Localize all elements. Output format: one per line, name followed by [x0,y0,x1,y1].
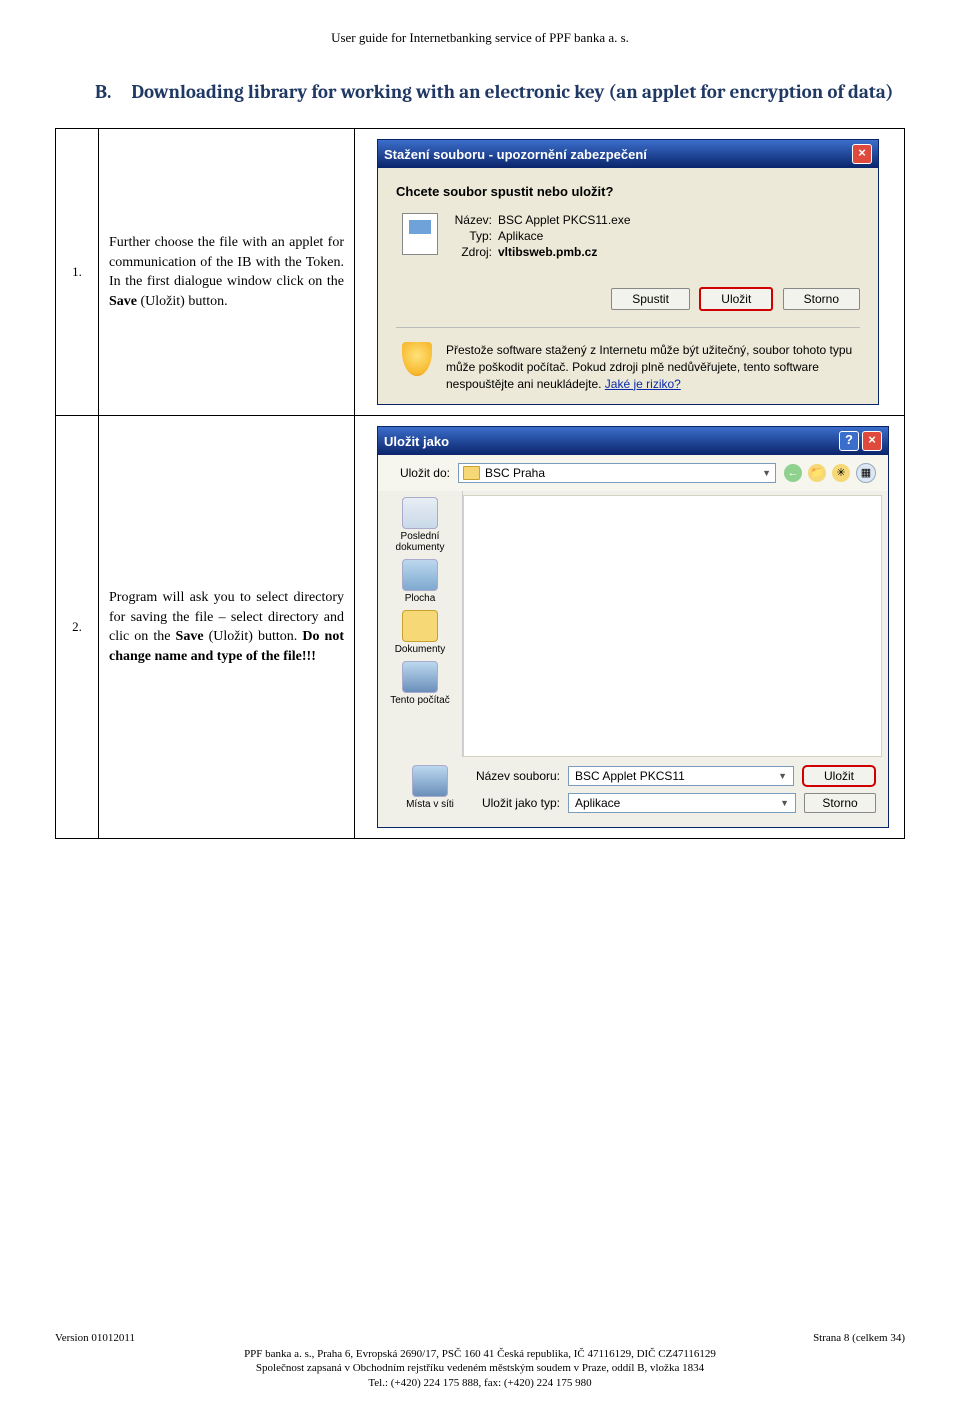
step1-description: Further choose the file with an applet f… [99,129,355,416]
save-button[interactable]: Uložit [699,287,773,311]
dialog1-title: Stažení souboru - upozornění zabezpečení [384,147,647,162]
close-icon[interactable]: × [862,431,882,451]
shield-icon [402,342,432,376]
chevron-down-icon: ▼ [780,798,789,808]
close-icon[interactable]: × [852,144,872,164]
step2-number: 2. [56,416,99,839]
folder-icon [463,466,480,480]
chevron-down-icon: ▼ [762,468,771,478]
type-value: Aplikace [498,229,543,243]
section-letter: B. [95,81,111,103]
section-title: Downloading library for working with an … [131,81,893,103]
footer-tel: Tel.: (+420) 224 175 888, fax: (+420) 22… [55,1376,905,1390]
name-value: BSC Applet PKCS11.exe [498,213,631,227]
step1-screenshot-cell: Stažení souboru - upozornění zabezpečení… [355,129,905,416]
name-label: Název: [452,213,492,227]
type-label: Typ: [452,229,492,243]
footer-version: Version 01012011 [55,1331,135,1345]
section-heading: B. Downloading library for working with a… [95,81,905,103]
place-documents[interactable]: Dokumenty [380,610,460,655]
dialog2-titlebar: Uložit jako ? × [378,427,888,455]
file-icon [402,213,438,255]
place-desktop[interactable]: Plocha [380,559,460,604]
save-as-dialog: Uložit jako ? × Uložit do: BSC Praha ▼ [377,426,889,828]
risk-link[interactable]: Jaké je riziko? [605,377,681,391]
filetype-combo[interactable]: Aplikace▼ [568,793,796,813]
page-header: User guide for Internetbanking service o… [55,30,905,46]
filename-combo[interactable]: BSC Applet PKCS11▼ [568,766,794,786]
source-value: vltibsweb.pmb.cz [498,245,597,259]
run-button[interactable]: Spustit [611,288,690,310]
cancel-button[interactable]: Storno [783,288,860,310]
chevron-down-icon: ▼ [778,771,787,781]
help-icon[interactable]: ? [839,431,859,451]
file-list-area[interactable] [463,495,882,757]
source-label: Zdroj: [452,245,492,259]
filetype-label: Uložit jako typ: [470,796,560,810]
savein-combo[interactable]: BSC Praha ▼ [458,463,776,483]
dialog2-title: Uložit jako [384,434,449,449]
cancel-button[interactable]: Storno [804,793,876,813]
savein-label: Uložit do: [390,466,450,480]
step-row-1: 1. Further choose the file with an apple… [56,129,905,416]
up-folder-icon[interactable]: 📁 [808,464,826,482]
step2-description: Program will ask you to select directory… [99,416,355,839]
footer-registration: Společnost zapsaná v Obchodním rejstříku… [55,1361,905,1375]
save-button[interactable]: Uložit [802,765,876,787]
page-footer: Version 01012011 Strana 8 (celkem 34) PP… [55,1331,905,1390]
place-computer[interactable]: Tento počítač [380,661,460,706]
place-recent[interactable]: Poslední dokumenty [380,497,460,553]
filename-label: Název souboru: [470,769,560,783]
step-row-2: 2. Program will ask you to select direct… [56,416,905,839]
warning-text: Přestože software stažený z Internetu mů… [446,342,860,392]
place-network[interactable]: Místa v síti [390,765,470,810]
dialog1-titlebar: Stažení souboru - upozornění zabezpečení… [378,140,878,168]
view-menu-icon[interactable]: ▦ [856,463,876,483]
step2-screenshot-cell: Uložit jako ? × Uložit do: BSC Praha ▼ [355,416,905,839]
new-folder-icon[interactable]: ✳ [832,464,850,482]
places-bar: Poslední dokumenty Plocha Dokumenty Tent… [378,491,463,757]
dialog1-question: Chcete soubor spustit nebo uložit? [396,184,860,199]
step1-number: 1. [56,129,99,416]
back-icon[interactable]: ← [784,464,802,482]
download-security-dialog: Stažení souboru - upozornění zabezpečení… [377,139,879,405]
footer-address: PPF banka a. s., Praha 6, Evropská 2690/… [55,1347,905,1361]
footer-page: Strana 8 (celkem 34) [813,1331,905,1345]
